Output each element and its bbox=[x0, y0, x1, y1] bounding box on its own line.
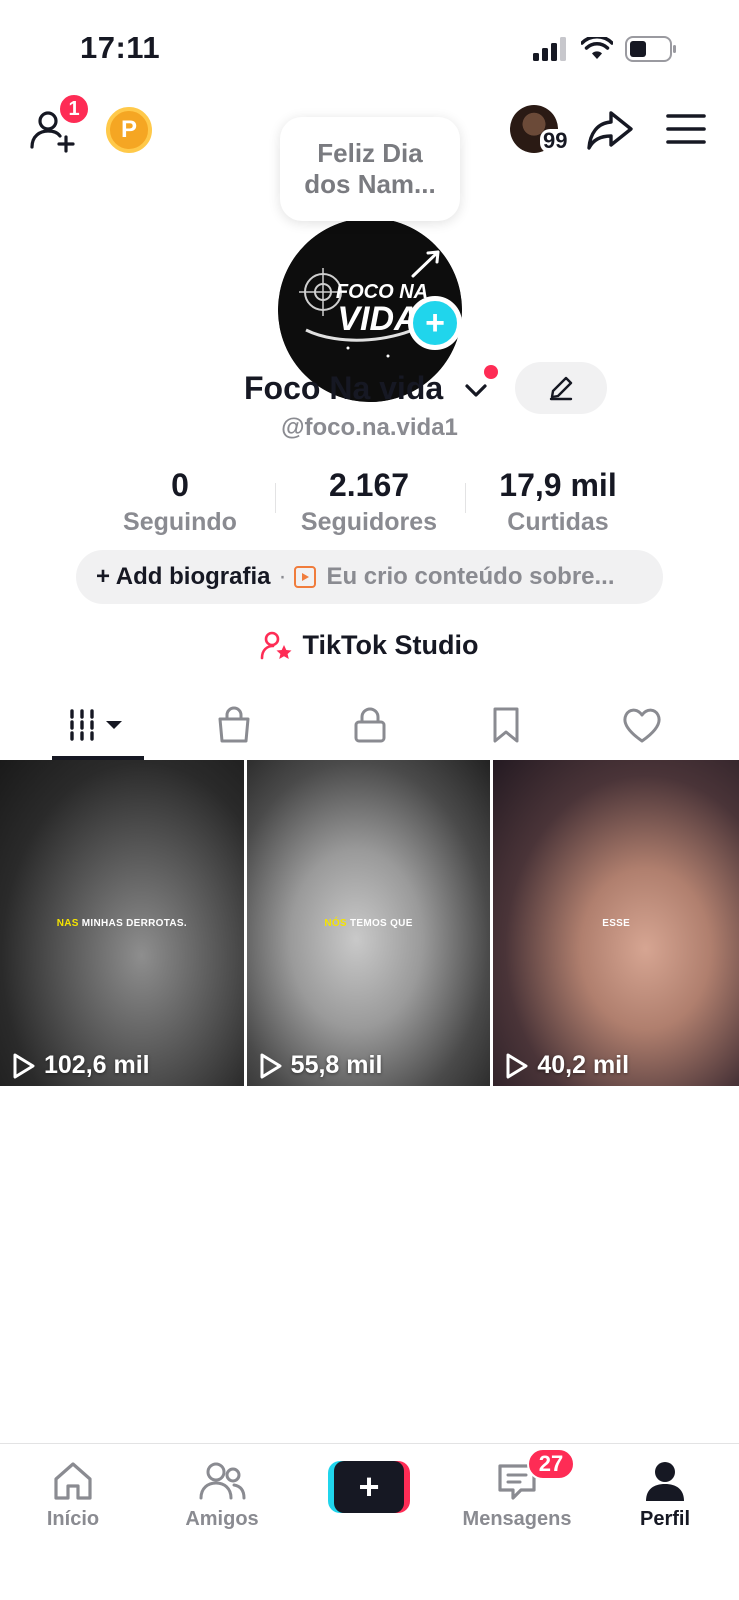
video-thumbnail[interactable]: NAS MINHAS DERROTAS. 102,6 mil bbox=[0, 760, 244, 1086]
caption-text: TEMOS QUE bbox=[346, 918, 413, 929]
grid-videos-icon bbox=[70, 709, 122, 741]
video-caption: NÓS TEMOS QUE bbox=[247, 918, 491, 929]
messages-badge: 27 bbox=[527, 1448, 575, 1480]
signal-icon bbox=[533, 37, 566, 61]
play-icon bbox=[260, 1053, 282, 1078]
coin-icon[interactable]: P bbox=[106, 107, 152, 153]
account-switch-dot bbox=[484, 365, 498, 379]
tab-liked[interactable] bbox=[574, 690, 710, 760]
add-story-button[interactable]: + bbox=[408, 296, 462, 350]
pencil-icon bbox=[549, 376, 573, 401]
menu-icon[interactable] bbox=[664, 109, 708, 149]
bio-separator: · bbox=[278, 563, 287, 590]
profile-name[interactable]: Foco Na vida bbox=[244, 370, 443, 407]
bottom-navigation: Início Amigos + Mensagens 27 Perfil bbox=[0, 1443, 739, 1600]
lock-icon bbox=[354, 707, 386, 743]
create-button[interactable]: + bbox=[328, 1461, 410, 1513]
video-caption: NAS MINHAS DERROTAS. bbox=[0, 918, 244, 929]
caption-highlight: NAS bbox=[56, 918, 79, 929]
video-thumbnail[interactable]: NÓS TEMOS QUE 55,8 mil bbox=[246, 760, 491, 1086]
nav-label: Início bbox=[46, 1508, 100, 1530]
play-square-icon bbox=[294, 566, 317, 588]
friends-icon bbox=[199, 1462, 246, 1500]
stat-label: Seguidores bbox=[300, 508, 438, 536]
add-bio-label: + Add biografia bbox=[96, 563, 271, 590]
play-icon bbox=[506, 1053, 528, 1078]
chevron-down-icon[interactable] bbox=[462, 376, 490, 404]
tab-shop[interactable] bbox=[166, 690, 302, 760]
bookmark-icon bbox=[493, 707, 519, 743]
tab-videos[interactable] bbox=[30, 690, 166, 760]
heart-icon bbox=[623, 708, 661, 743]
home-icon bbox=[54, 1462, 92, 1500]
nav-label: Mensagens bbox=[462, 1508, 572, 1530]
stat-likes[interactable]: 17,9 mil Curtidas bbox=[458, 465, 658, 539]
nav-friends[interactable]: Amigos bbox=[152, 1456, 292, 1531]
profile-note-bubble[interactable]: Feliz Dia dos Nam... bbox=[280, 117, 460, 221]
studio-label: TikTok Studio bbox=[302, 629, 479, 660]
nav-label: Amigos bbox=[185, 1508, 259, 1530]
status-bar: 17:11 bbox=[0, 0, 739, 90]
logo-line2: VIDA bbox=[337, 300, 418, 338]
video-views: 40,2 mil bbox=[505, 1051, 629, 1080]
bio-suggestion: Eu crio conteúdo sobre... bbox=[326, 563, 615, 590]
video-thumbnail[interactable]: ESSE 40,2 mil bbox=[493, 760, 739, 1086]
nav-home[interactable]: Início bbox=[3, 1456, 143, 1531]
play-icon bbox=[13, 1053, 35, 1078]
story-count-badge: 99 bbox=[540, 129, 571, 153]
video-caption: ESSE bbox=[493, 918, 739, 929]
stat-value: 2.167 bbox=[328, 467, 410, 503]
content-tabs bbox=[0, 690, 739, 760]
battery-icon bbox=[625, 36, 676, 62]
notification-badge: 1 bbox=[58, 93, 90, 125]
profile-handle: @foco.na.vida1 bbox=[281, 414, 458, 441]
nav-label: Perfil bbox=[639, 1508, 691, 1530]
video-views: 55,8 mil bbox=[259, 1051, 383, 1080]
caption-text: ESSE bbox=[602, 918, 631, 929]
stat-following[interactable]: 0 Seguindo bbox=[80, 465, 280, 539]
status-time: 17:11 bbox=[80, 30, 161, 65]
view-count: 55,8 mil bbox=[290, 1051, 383, 1079]
caption-text: MINHAS DERROTAS. bbox=[78, 918, 187, 929]
share-icon[interactable] bbox=[585, 105, 635, 155]
tab-private[interactable] bbox=[302, 690, 438, 760]
add-bio-pill[interactable]: + Add biografia · Eu crio conteúdo sobre… bbox=[76, 550, 663, 604]
wifi-icon bbox=[581, 37, 613, 59]
stat-followers[interactable]: 2.167 Seguidores bbox=[269, 465, 469, 539]
video-grid: NAS MINHAS DERROTAS. 102,6 mil NÓS TEMOS… bbox=[0, 760, 739, 1086]
video-views: 102,6 mil bbox=[12, 1051, 150, 1080]
stat-label: Seguindo bbox=[123, 508, 237, 536]
tab-saved[interactable] bbox=[438, 690, 574, 760]
view-count: 102,6 mil bbox=[44, 1051, 150, 1079]
nav-profile[interactable]: Perfil bbox=[595, 1456, 735, 1531]
caption-highlight: NÓS bbox=[324, 918, 347, 929]
stat-value: 17,9 mil bbox=[499, 467, 617, 503]
shopping-bag-icon bbox=[218, 706, 250, 743]
stat-label: Curtidas bbox=[507, 508, 609, 536]
view-count: 40,2 mil bbox=[537, 1051, 630, 1079]
edit-profile-button[interactable] bbox=[515, 362, 607, 414]
profile-name-row: Foco Na vida bbox=[0, 360, 739, 416]
tiktok-studio-link[interactable]: TikTok Studio bbox=[0, 625, 739, 665]
creator-star-icon bbox=[261, 631, 292, 660]
profile-stats: 0 Seguindo 2.167 Seguidores 17,9 mil Cur… bbox=[0, 465, 739, 545]
stat-value: 0 bbox=[171, 467, 189, 503]
status-icons bbox=[533, 36, 677, 62]
plus-icon: + bbox=[334, 1461, 404, 1513]
profile-icon bbox=[646, 1462, 684, 1501]
